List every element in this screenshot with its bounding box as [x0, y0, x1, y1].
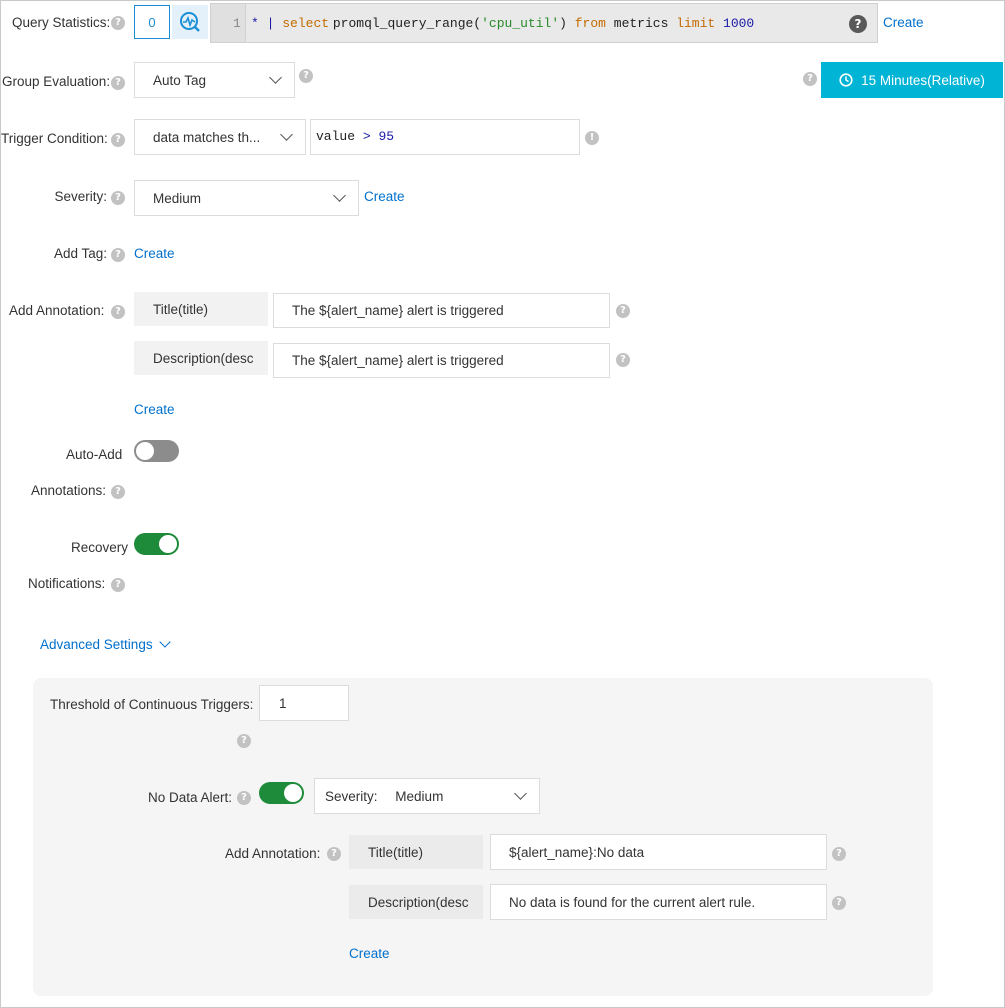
no-data-annotation-key-title: Title(title) — [349, 835, 483, 869]
add-tag-help-icon[interactable]: ? — [111, 248, 125, 262]
chevron-down-icon — [333, 189, 346, 202]
annotation-value-title-input[interactable]: The ${alert_name} alert is triggered — [273, 293, 610, 328]
auto-add-label-line2: Annotations: — [31, 483, 107, 498]
annotation-value-description-input[interactable]: The ${alert_name} alert is triggered — [273, 343, 610, 378]
auto-add-label-line1: Auto-Add — [66, 447, 123, 462]
no-data-description-help-icon[interactable]: ? — [832, 896, 846, 910]
time-range-help-icon[interactable]: ? — [803, 72, 817, 86]
add-annotation-help-icon[interactable]: ? — [111, 305, 125, 319]
code-close-paren: ) — [559, 16, 567, 31]
no-data-annotation-value-description-input[interactable]: No data is found for the current alert r… — [490, 884, 827, 920]
no-data-severity-select[interactable]: Severity: Medium — [314, 778, 540, 814]
clock-icon — [839, 73, 853, 87]
no-data-annotation-label: Add Annotation: — [225, 846, 321, 861]
annotation-create-link[interactable]: Create — [134, 402, 175, 417]
trigger-expression-help-icon[interactable]: ! — [585, 131, 599, 145]
no-data-alert-label: No Data Alert: — [148, 790, 233, 805]
severity-select[interactable]: Medium — [134, 180, 359, 216]
code-table: metrics — [613, 16, 669, 31]
trigger-expression-input[interactable]: value > 95 — [310, 119, 580, 155]
query-create-link[interactable]: Create — [883, 15, 924, 30]
result-count-badge[interactable]: 0 — [134, 5, 170, 39]
query-editor[interactable]: 1 * | select promql_query_range('cpu_uti… — [210, 3, 878, 43]
time-range-label: 15 Minutes(Relative) — [861, 72, 985, 88]
annotation-description-help-icon[interactable]: ? — [616, 353, 630, 367]
no-data-alert-toggle[interactable] — [259, 782, 304, 804]
advanced-settings-toggle[interactable]: Advanced Settings — [40, 636, 171, 652]
chevron-down-icon — [158, 636, 171, 648]
add-tag-create-link[interactable]: Create — [134, 246, 175, 261]
auto-add-toggle[interactable] — [134, 440, 179, 462]
advanced-settings-label: Advanced Settings — [40, 637, 153, 652]
no-data-annotation-value-title-input[interactable]: ${alert_name}:No data — [490, 834, 827, 870]
expr-number: 95 — [378, 129, 395, 144]
group-evaluation-select[interactable]: Auto Tag — [134, 62, 295, 98]
no-data-alert-help-icon[interactable]: ? — [237, 791, 251, 805]
recovery-toggle[interactable] — [134, 533, 179, 555]
trigger-condition-help-icon[interactable]: ? — [111, 133, 125, 147]
threshold-label: Threshold of Continuous Triggers: — [50, 697, 254, 712]
no-data-annotation-create-link[interactable]: Create — [349, 946, 390, 961]
toggle-knob — [136, 442, 154, 460]
group-evaluation-label: Group Evaluation: — [2, 74, 111, 89]
preview-chart-icon — [180, 12, 200, 32]
annotation-key-description: Description(desc — [134, 341, 268, 375]
chevron-down-icon — [269, 71, 282, 84]
code-pipe: | — [266, 16, 275, 31]
code-select-keyword: select — [282, 16, 330, 31]
no-data-severity-value: Medium — [395, 788, 444, 804]
code-from-keyword: from — [574, 16, 606, 31]
group-evaluation-value: Auto Tag — [153, 72, 207, 88]
toggle-knob — [159, 535, 177, 553]
severity-value: Medium — [153, 190, 202, 206]
threshold-help-icon[interactable]: ? — [237, 734, 251, 748]
trigger-expression: value > 95 — [316, 129, 394, 144]
annotation-key-title: Title(title) — [134, 292, 268, 326]
line-number: 1 — [233, 16, 241, 31]
group-evaluation-help-icon[interactable]: ? — [111, 76, 125, 90]
time-range-button[interactable]: 15 Minutes(Relative) — [821, 62, 1003, 98]
query-code: * | select promql_query_range('cpu_util'… — [251, 16, 754, 31]
trigger-condition-value: data matches th... — [153, 129, 261, 145]
trigger-condition-select[interactable]: data matches th... — [134, 119, 306, 155]
no-data-severity-label: Severity: — [325, 788, 378, 804]
expr-variable: value — [316, 129, 356, 144]
no-data-title-help-icon[interactable]: ? — [832, 847, 846, 861]
code-limit-value: 1000 — [723, 16, 755, 31]
severity-create-link[interactable]: Create — [364, 189, 405, 204]
threshold-input[interactable]: 1 — [259, 685, 349, 721]
annotation-title-help-icon[interactable]: ? — [616, 304, 630, 318]
toggle-knob — [284, 784, 302, 802]
code-argument: 'cpu_util' — [481, 16, 560, 31]
no-data-severity-field: Severity: Medium — [325, 789, 443, 804]
no-data-annotation-key-description: Description(desc — [349, 885, 483, 919]
group-evaluation-info-icon[interactable]: ? — [299, 69, 313, 83]
severity-label: Severity: — [54, 189, 107, 204]
query-preview-button[interactable] — [172, 5, 208, 39]
add-annotation-label: Add Annotation: — [9, 303, 105, 318]
query-statistics-label: Query Statistics: — [12, 15, 111, 30]
expr-operator: > — [362, 129, 371, 144]
code-star: * — [251, 16, 259, 31]
trigger-condition-label: Trigger Condition: — [1, 131, 108, 146]
auto-add-help-icon[interactable]: ? — [111, 485, 125, 499]
code-function: promql_query_range( — [332, 16, 482, 31]
query-statistics-help-icon[interactable]: ? — [111, 16, 125, 30]
recovery-label-line2: Notifications: — [28, 576, 106, 591]
query-syntax-help-icon[interactable]: ? — [849, 15, 867, 33]
code-limit-keyword: limit — [676, 16, 716, 31]
recovery-help-icon[interactable]: ? — [111, 578, 125, 592]
chevron-down-icon — [280, 128, 293, 141]
recovery-label-line1: Recovery — [71, 540, 129, 555]
no-data-annotation-help-icon[interactable]: ? — [327, 847, 341, 861]
chevron-down-icon — [514, 787, 527, 800]
add-tag-label: Add Tag: — [53, 246, 107, 261]
severity-help-icon[interactable]: ? — [111, 191, 125, 205]
